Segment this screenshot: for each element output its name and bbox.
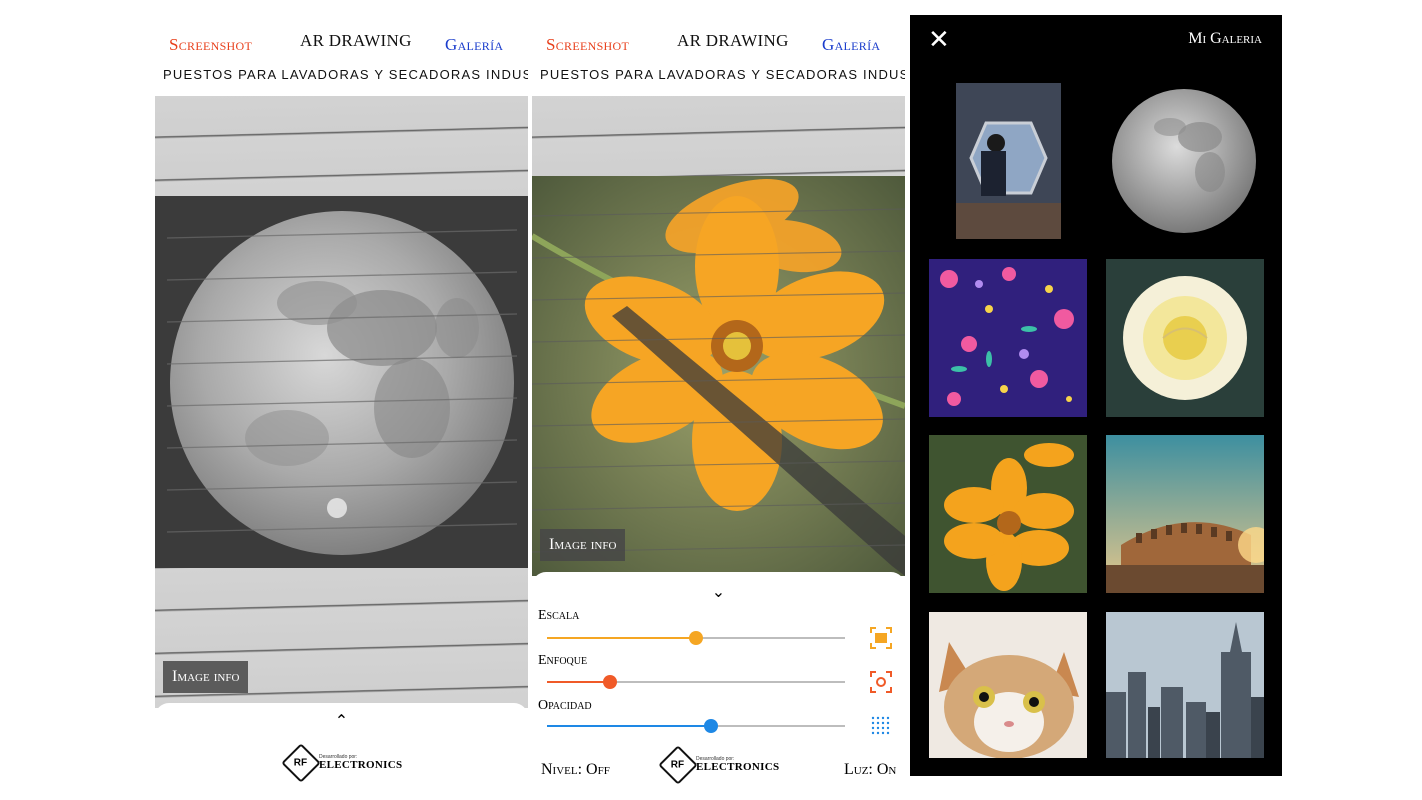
chevron-down-icon[interactable]: ⌄	[712, 582, 725, 601]
ticker-banner[interactable]: PUESTOS PARA LAVADORAS Y SECADORAS INDUS…	[155, 67, 528, 87]
flower-overlay-image[interactable]	[532, 176, 905, 576]
thumb-white-rose[interactable]	[1106, 259, 1264, 417]
luz-toggle[interactable]: Luz: On	[844, 761, 896, 779]
galeria-link[interactable]: Galería	[445, 35, 503, 55]
logo-brand: ELECTRONICS	[319, 759, 403, 771]
developer-logo: RF Desarrollado por: ELECTRONICS	[281, 743, 403, 783]
nivel-toggle[interactable]: Nivel: Off	[541, 761, 610, 779]
thumb-cat[interactable]	[929, 612, 1087, 758]
escala-label: Escala	[538, 608, 580, 623]
opacidad-fill	[547, 725, 711, 727]
gallery-screen: ✕ Mi Galeria	[910, 15, 1282, 776]
logo-brand: ELECTRONICS	[696, 761, 780, 773]
rf-logo-icon: RF	[658, 745, 698, 785]
ticker-banner[interactable]: PUESTOS PARA LAVADORAS Y SECADORAS INDUS…	[532, 67, 905, 87]
escala-handle[interactable]	[689, 631, 703, 645]
galeria-link[interactable]: Galería	[822, 35, 880, 55]
app-title: AR DRAWING	[677, 31, 789, 50]
enfoque-handle[interactable]	[602, 675, 617, 689]
rf-logo-icon: RF	[281, 743, 321, 783]
image-info-button[interactable]: Image info	[540, 529, 626, 561]
thumb-yellow-flower[interactable]	[929, 435, 1087, 593]
bottom-panel: ⌃ RF Desarrollado por: ELECTRONICS	[155, 703, 528, 785]
thumb-city-skyline[interactable]	[1106, 612, 1264, 758]
thumb-colosseum[interactable]	[1106, 435, 1264, 593]
moon-overlay-image[interactable]	[167, 208, 517, 558]
close-icon[interactable]: ✕	[928, 27, 950, 53]
camera-view[interactable]: Image info	[155, 96, 528, 708]
escala-slider[interactable]	[547, 631, 845, 645]
chevron-up-icon[interactable]: ⌃	[335, 711, 348, 730]
enfoque-fill	[547, 681, 610, 683]
app-title: AR DRAWING	[300, 31, 412, 50]
camera-view[interactable]: Image info	[532, 96, 905, 576]
dots-grid-icon[interactable]	[870, 715, 892, 737]
opacidad-label: Opacidad	[538, 698, 592, 713]
gallery-title: Mi Galeria	[1188, 30, 1262, 47]
fit-screen-icon[interactable]	[870, 627, 892, 649]
opacidad-slider[interactable]	[547, 719, 845, 733]
focus-icon[interactable]	[870, 671, 892, 693]
opacidad-handle[interactable]	[703, 719, 718, 733]
thumb-floral-pattern[interactable]	[929, 259, 1087, 417]
thumb-moon[interactable]	[1110, 87, 1258, 235]
screenshot-link[interactable]: Screenshot	[169, 35, 252, 55]
ar-drawing-screen-flower: Screenshot AR DRAWING Galería PUESTOS PA…	[532, 15, 905, 785]
thumb-astronaut[interactable]	[956, 83, 1061, 239]
image-info-button[interactable]: Image info	[163, 661, 249, 693]
enfoque-label: Enfoque	[538, 653, 588, 668]
enfoque-slider[interactable]	[547, 675, 845, 689]
screenshot-link[interactable]: Screenshot	[546, 35, 629, 55]
ar-drawing-screen-moon: Screenshot AR DRAWING Galería PUESTOS PA…	[155, 15, 528, 785]
escala-fill	[547, 637, 696, 639]
developer-logo: RF Desarrollado por: ELECTRONICS	[658, 745, 780, 785]
